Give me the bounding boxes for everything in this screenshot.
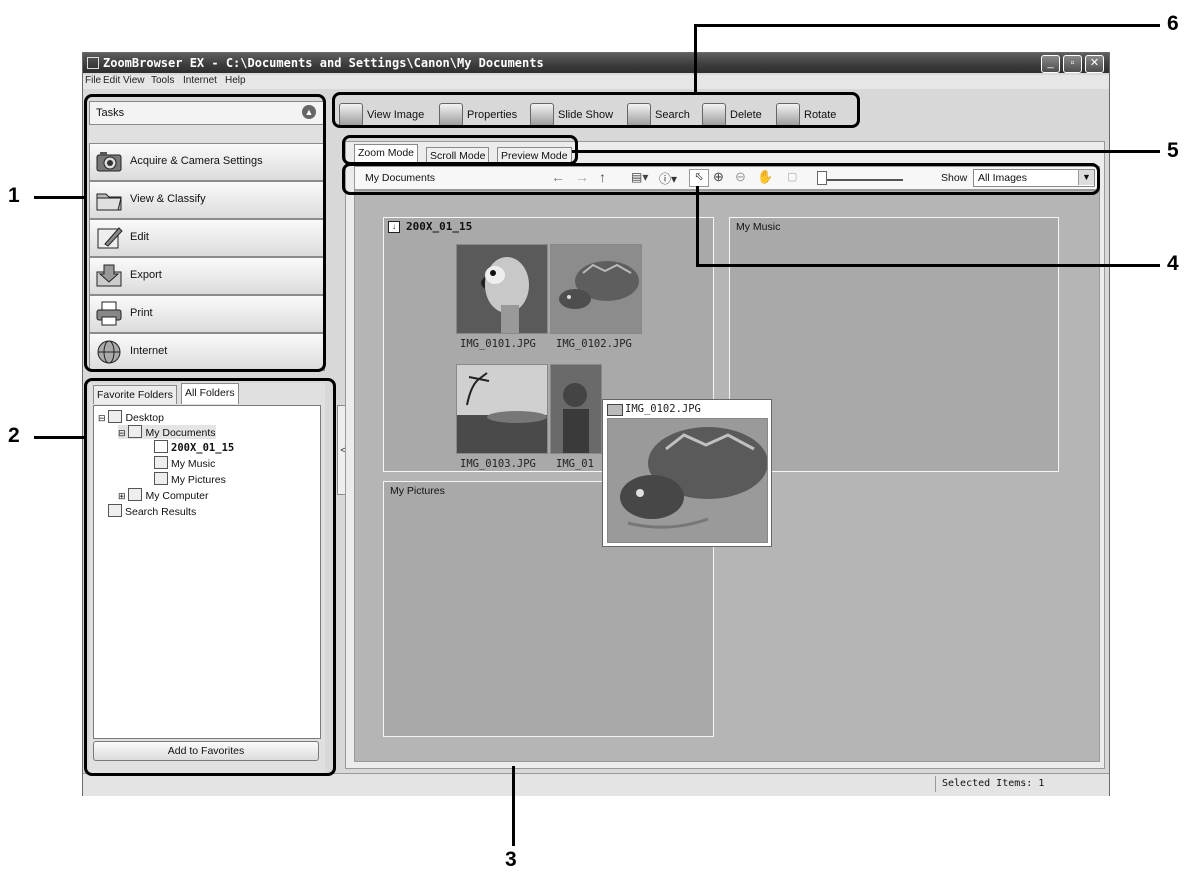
menu-internet[interactable]: Internet xyxy=(183,75,217,86)
callout-line-3 xyxy=(512,766,515,846)
thumbnail-img-0102[interactable] xyxy=(550,244,642,334)
image-caption: IMG_0101.JPG xyxy=(460,338,536,350)
menu-tools[interactable]: Tools xyxy=(151,75,174,86)
app-icon xyxy=(87,57,99,69)
thumbnail-img-0104[interactable] xyxy=(550,364,602,454)
callout-number-4: 4 xyxy=(1167,252,1179,275)
menu-view[interactable]: View xyxy=(123,75,145,86)
menu-file[interactable]: File xyxy=(85,75,101,86)
folder-title: My Music xyxy=(736,221,781,233)
image-caption: IMG_01 xyxy=(556,458,594,470)
thumbnail-img-0103[interactable] xyxy=(456,364,548,454)
callout-number-5: 5 xyxy=(1167,139,1179,162)
callout-highlight-2 xyxy=(84,378,336,776)
folder-box-my-music[interactable]: My Music xyxy=(729,217,1059,472)
minimize-button[interactable]: _ xyxy=(1041,55,1060,73)
callout-number-6: 6 xyxy=(1167,12,1179,35)
callout-highlight-4 xyxy=(342,163,1100,195)
callout-number-2: 2 xyxy=(8,424,20,447)
callout-line-5 xyxy=(572,150,1160,153)
image-file-icon xyxy=(607,404,623,416)
image-preview-popup[interactable]: IMG_0102.JPG xyxy=(602,399,772,547)
selected-items-count: Selected Items: 1 xyxy=(935,776,1112,792)
preview-image xyxy=(607,418,768,543)
parrot-photo xyxy=(457,245,547,333)
folder-title: 200X_01_15 xyxy=(406,220,473,233)
callout-highlight-1 xyxy=(84,94,326,372)
tortoise-photo xyxy=(551,245,641,333)
preview-title: IMG_0102.JPG xyxy=(625,403,701,415)
menu-help[interactable]: Help xyxy=(225,75,246,86)
callout-highlight-5 xyxy=(342,135,578,165)
callout-line-4b xyxy=(696,264,1160,267)
restore-button[interactable]: ▫ xyxy=(1063,55,1082,73)
close-button[interactable]: ✕ xyxy=(1085,55,1104,73)
tortoise-photo xyxy=(608,419,767,542)
callout-number-3: 3 xyxy=(505,848,517,871)
image-caption: IMG_0102.JPG xyxy=(556,338,632,350)
callout-line-6a xyxy=(694,24,697,94)
person-photo xyxy=(551,365,601,453)
callout-line-2 xyxy=(34,436,86,439)
status-bar: Selected Items: 1 xyxy=(83,773,1109,796)
callout-line-6b xyxy=(694,24,1160,27)
window-title: ZoomBrowser EX - C:\Documents and Settin… xyxy=(103,56,544,70)
callout-line-1 xyxy=(34,196,86,199)
folder-title: My Pictures xyxy=(390,485,445,497)
title-bar[interactable]: ZoomBrowser EX - C:\Documents and Settin… xyxy=(83,53,1109,73)
download-icon: ↓ xyxy=(388,221,400,233)
callout-number-1: 1 xyxy=(8,184,20,207)
image-caption: IMG_0103.JPG xyxy=(460,458,536,470)
menu-bar: File Edit View Tools Internet Help xyxy=(83,75,1109,89)
beach-photo xyxy=(457,365,547,453)
thumbnail-img-0101[interactable] xyxy=(456,244,548,334)
callout-line-4a xyxy=(696,186,699,266)
callout-highlight-6 xyxy=(332,92,860,128)
menu-edit[interactable]: Edit xyxy=(103,75,120,86)
